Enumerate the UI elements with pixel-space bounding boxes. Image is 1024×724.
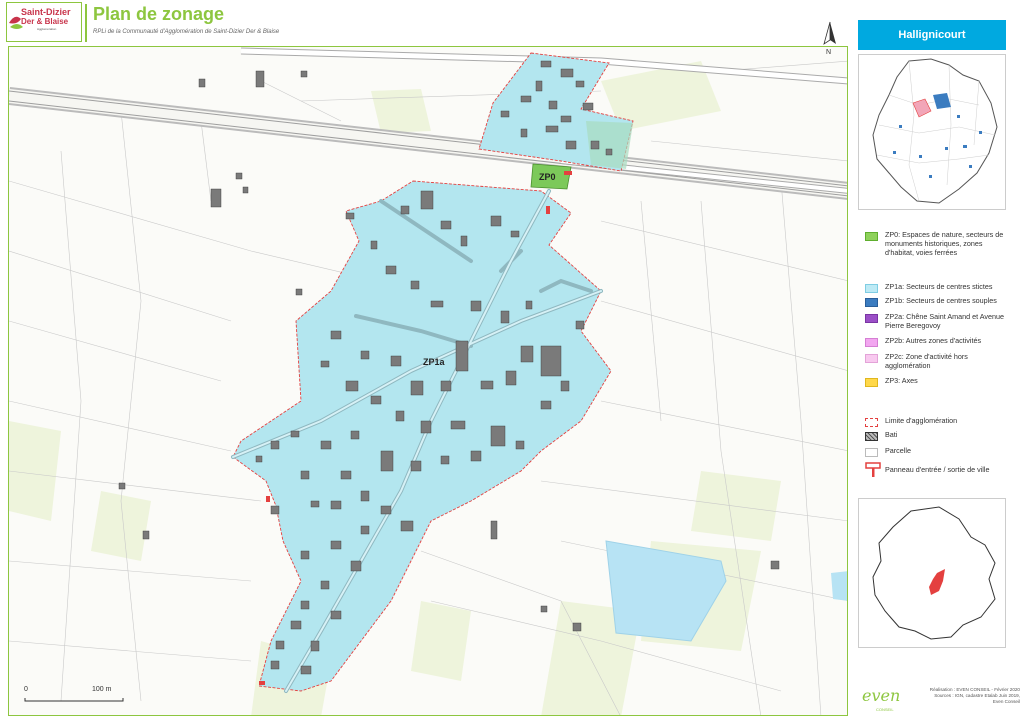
scale-label-100m: 100 m <box>92 686 112 693</box>
legend-swatch <box>865 354 878 363</box>
overview-map <box>858 54 1006 210</box>
north-label: N <box>826 49 832 56</box>
zone-label-zp1a: ZP1a <box>423 357 445 367</box>
legend-label: Parcelle <box>885 446 911 455</box>
legend-label: ZP0: Espaces de nature, secteurs de monu… <box>885 230 1004 257</box>
legend-label: Panneau d'entrée / sortie de ville <box>885 465 990 474</box>
scale-bar <box>24 698 124 702</box>
even-conseil-logo: even <box>862 686 901 705</box>
legend-swatch <box>865 232 878 241</box>
zone-label-zp0: ZP0 <box>539 172 556 182</box>
locator-map <box>858 498 1006 648</box>
legend-label: ZP1a: Secteurs de centres stictes <box>885 282 993 291</box>
locator-map-shape <box>872 506 996 640</box>
legend-swatch <box>865 378 878 387</box>
scale-label-zero: 0 <box>24 686 28 693</box>
credits-line-3: Even Conseil <box>992 699 1020 704</box>
town-sign-icon <box>865 462 881 477</box>
map-credits: Réalisation : EVEN CONSEIL - Février 202… <box>920 687 1020 705</box>
logo-text-line2: Der & Blaise <box>21 17 69 26</box>
map-canvas <box>9 47 847 715</box>
legend-swatch <box>865 338 878 347</box>
commune-name-badge: Hallignicourt <box>858 20 1006 50</box>
legend-swatch <box>865 284 878 293</box>
page-title: Plan de zonage <box>93 4 225 24</box>
logo-text-line1: Saint-Dizier <box>21 7 71 17</box>
title-divider <box>85 4 87 42</box>
overview-map-shape <box>872 58 998 204</box>
legend-swatch <box>865 298 878 307</box>
legend-label: Limite d'agglomération <box>885 416 958 425</box>
legend-label: ZP2a: Chêne Saint Amand et Avenue Pierre… <box>885 312 1004 330</box>
legend-label: ZP3: Axes <box>885 376 918 385</box>
legend-label: ZP1b: Secteurs de centres souples <box>885 296 997 305</box>
brand-logo: Saint-Dizier Der & Blaise Agglomération <box>6 2 82 42</box>
limit-swatch-icon <box>865 418 878 427</box>
legend-label: Bati <box>885 430 898 439</box>
legend-label: ZP2b: Autres zones d'activités <box>885 336 982 345</box>
logo-text-line3: Agglomération <box>37 27 57 31</box>
parcel-swatch-icon <box>865 448 878 457</box>
map-area[interactable]: ZP0 ZP1a <box>8 46 848 716</box>
bati-swatch-icon <box>865 432 878 441</box>
legend-label: ZP2c: Zone d'activité hors agglomération <box>885 352 968 370</box>
page-subtitle: RPLi de la Communauté d'Agglomération de… <box>93 29 280 35</box>
even-conseil-logo-sub: CONSEIL <box>876 707 894 712</box>
railway-line <box>9 90 847 187</box>
legend-swatch <box>865 314 878 323</box>
